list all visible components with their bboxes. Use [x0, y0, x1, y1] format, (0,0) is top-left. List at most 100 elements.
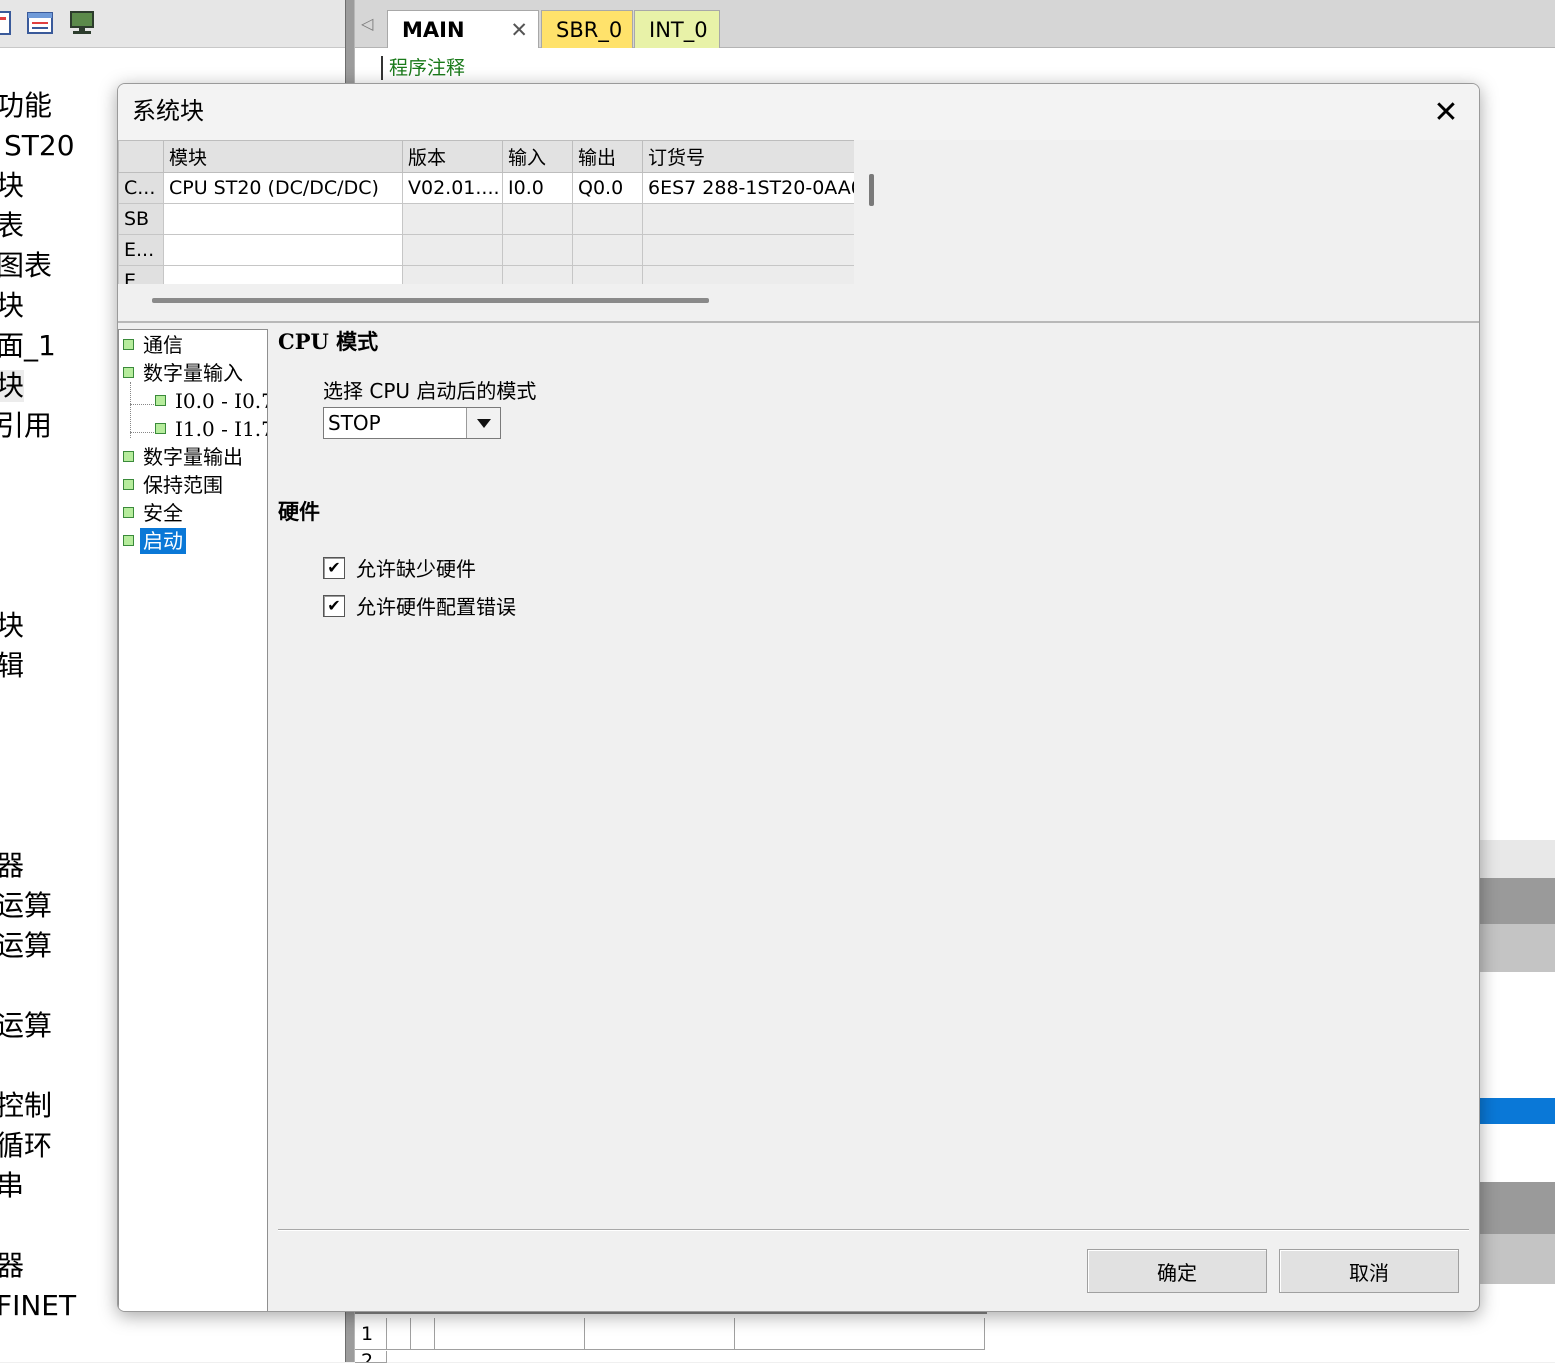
project-tree-item[interactable]: 表 [0, 210, 24, 242]
project-tree-item[interactable]: 运算 [0, 890, 52, 922]
dialog-close-icon[interactable]: ✕ [1413, 84, 1479, 140]
grid-cell[interactable] [387, 1318, 411, 1350]
cancel-button[interactable]: 取消 [1279, 1249, 1459, 1293]
startup-mode-value: STOP [328, 411, 381, 435]
nav-item-label[interactable]: 数字量输入 [140, 360, 246, 386]
project-tree-item[interactable]: 块 [0, 290, 24, 322]
column-header-module[interactable]: 模块 [163, 140, 403, 173]
project-tree-item[interactable]: 循环 [0, 1130, 52, 1162]
allow-config-error-label[interactable]: 允许硬件配置错误 [356, 593, 516, 621]
grid-cell[interactable] [735, 1318, 985, 1350]
project-tree-item[interactable]: 运算 [0, 930, 52, 962]
project-tree-item[interactable]: 辑 [0, 650, 24, 682]
project-tree-item[interactable]: 块 [0, 370, 25, 402]
nav-item-label[interactable]: I1.0 - I1.7 [172, 416, 267, 442]
node-bullet-icon [123, 479, 134, 490]
project-tree-item[interactable]: 功能 [0, 90, 52, 122]
grid-cell[interactable] [411, 1318, 435, 1350]
table-vertical-scrollbar[interactable] [869, 174, 874, 206]
nav-item-label[interactable]: 启动 [140, 528, 186, 554]
table-cell[interactable] [642, 203, 854, 235]
project-tree-item[interactable]: ST20 [4, 130, 75, 162]
project-tree-item[interactable]: 引用 [0, 410, 52, 442]
table-cell[interactable] [502, 203, 573, 235]
document-icon[interactable] [0, 10, 16, 36]
ok-button[interactable]: 确定 [1087, 1249, 1267, 1293]
table-cell[interactable] [163, 265, 403, 284]
node-bullet-icon [155, 395, 166, 406]
tab-close-icon[interactable]: ✕ [510, 11, 528, 49]
module-panel: 模块 版本 输入 输出 订货号 C... CPU ST20 (DC/DC/DC) V… [118, 140, 1479, 323]
tab-scroll-left-icon[interactable]: ◁ [361, 14, 377, 34]
table-cell[interactable] [402, 203, 503, 235]
table-cell[interactable] [642, 234, 854, 266]
row-header[interactable]: E [118, 265, 164, 284]
project-tree-item[interactable]: 块 [0, 610, 24, 642]
table-cell[interactable]: 6ES7 288-1ST20-0AA0 [642, 172, 854, 204]
column-header-version[interactable]: 版本 [402, 140, 503, 173]
dropdown-button[interactable] [466, 408, 500, 438]
table-cell[interactable]: V02.01.... [402, 172, 503, 204]
column-header [118, 140, 164, 173]
grid-cell[interactable] [435, 1318, 585, 1350]
dialog-body: 通信 数字量输入 I0.0 - I0.7 I1.0 - I1.7 数字量输出 保持范围 安全… [118, 325, 1479, 1311]
table-cell[interactable] [572, 203, 643, 235]
table-horizontal-scrollbar[interactable] [152, 298, 709, 303]
column-header-input[interactable]: 输入 [502, 140, 573, 173]
program-comment[interactable]: 程序注释 [381, 56, 465, 80]
row-header[interactable]: C... [118, 172, 164, 204]
column-header-order-number[interactable]: 订货号 [642, 140, 854, 173]
tab-int-0[interactable]: INT_0 [634, 10, 720, 48]
tab-main[interactable]: MAIN ✕ [387, 10, 539, 48]
nav-item-label[interactable]: I0.0 - I0.7 [172, 388, 267, 414]
allow-missing-hardware-label[interactable]: 允许缺少硬件 [356, 555, 476, 583]
row-header[interactable]: E... [118, 234, 164, 266]
module-table-row[interactable]: E... [118, 234, 854, 266]
row-header[interactable]: SB [118, 203, 164, 235]
project-toolbar [0, 0, 345, 48]
table-cell[interactable] [502, 234, 573, 266]
startup-mode-select[interactable]: STOP [323, 407, 501, 439]
module-table-row[interactable]: E [118, 265, 854, 284]
project-tree-item[interactable]: 器 [0, 1250, 24, 1282]
project-tree-item[interactable]: 器 [0, 850, 24, 882]
module-table-row[interactable]: C... CPU ST20 (DC/DC/DC) V02.01.... I0.0 Q0.… [118, 172, 854, 204]
nav-item-label[interactable]: 通信 [140, 332, 186, 358]
allow-config-error-checkbox[interactable]: ✔ [323, 595, 345, 617]
project-tree-item[interactable]: 串 [0, 1170, 24, 1202]
table-cell[interactable]: Q0.0 [572, 172, 643, 204]
column-header-output[interactable]: 输出 [572, 140, 643, 173]
project-tree-item[interactable]: 图表 [0, 250, 52, 282]
project-tree-item[interactable]: 面_1 [0, 330, 56, 362]
grid-row-number: 2 [355, 1351, 387, 1363]
module-table-row[interactable]: SB [118, 203, 854, 235]
module-table-header: 模块 版本 输入 输出 订货号 [118, 140, 854, 173]
table-cell[interactable] [572, 234, 643, 266]
table-icon[interactable] [26, 10, 54, 36]
tab-sbr-0[interactable]: SBR_0 [541, 10, 633, 48]
table-cell[interactable] [502, 265, 573, 284]
nav-item-label[interactable]: 保持范围 [140, 472, 226, 498]
startup-settings: CPU 模式 选择 CPU 启动后的模式 STOP 硬件 ✔ 允许缺少硬件 ✔ … [278, 325, 1478, 1311]
nav-item-label[interactable]: 数字量输出 [140, 444, 246, 470]
monitor-icon[interactable] [68, 10, 96, 36]
table-cell[interactable]: I0.0 [502, 172, 573, 204]
project-tree-item[interactable]: FINET [0, 1290, 76, 1322]
grid-cell[interactable] [585, 1318, 735, 1350]
table-cell[interactable] [572, 265, 643, 284]
table-cell[interactable] [642, 265, 854, 284]
table-cell[interactable] [163, 234, 403, 266]
project-tree-item[interactable]: 运算 [0, 1010, 52, 1042]
table-cell[interactable]: CPU ST20 (DC/DC/DC) [163, 172, 403, 204]
side-panel-bar [1480, 878, 1555, 924]
network-grid: 1 2 [355, 1312, 987, 1363]
table-cell[interactable] [163, 203, 403, 235]
table-cell[interactable] [402, 265, 503, 284]
module-table-viewport: 模块 版本 输入 输出 订货号 C... CPU ST20 (DC/DC/DC) V… [118, 140, 854, 284]
allow-missing-hardware-checkbox[interactable]: ✔ [323, 557, 345, 579]
project-tree-item[interactable]: 控制 [0, 1090, 52, 1122]
nav-item-label[interactable]: 安全 [140, 500, 186, 526]
table-cell[interactable] [402, 234, 503, 266]
project-tree-item[interactable]: 块 [0, 170, 24, 202]
startup-mode-label: 选择 CPU 启动后的模式 [323, 379, 537, 403]
